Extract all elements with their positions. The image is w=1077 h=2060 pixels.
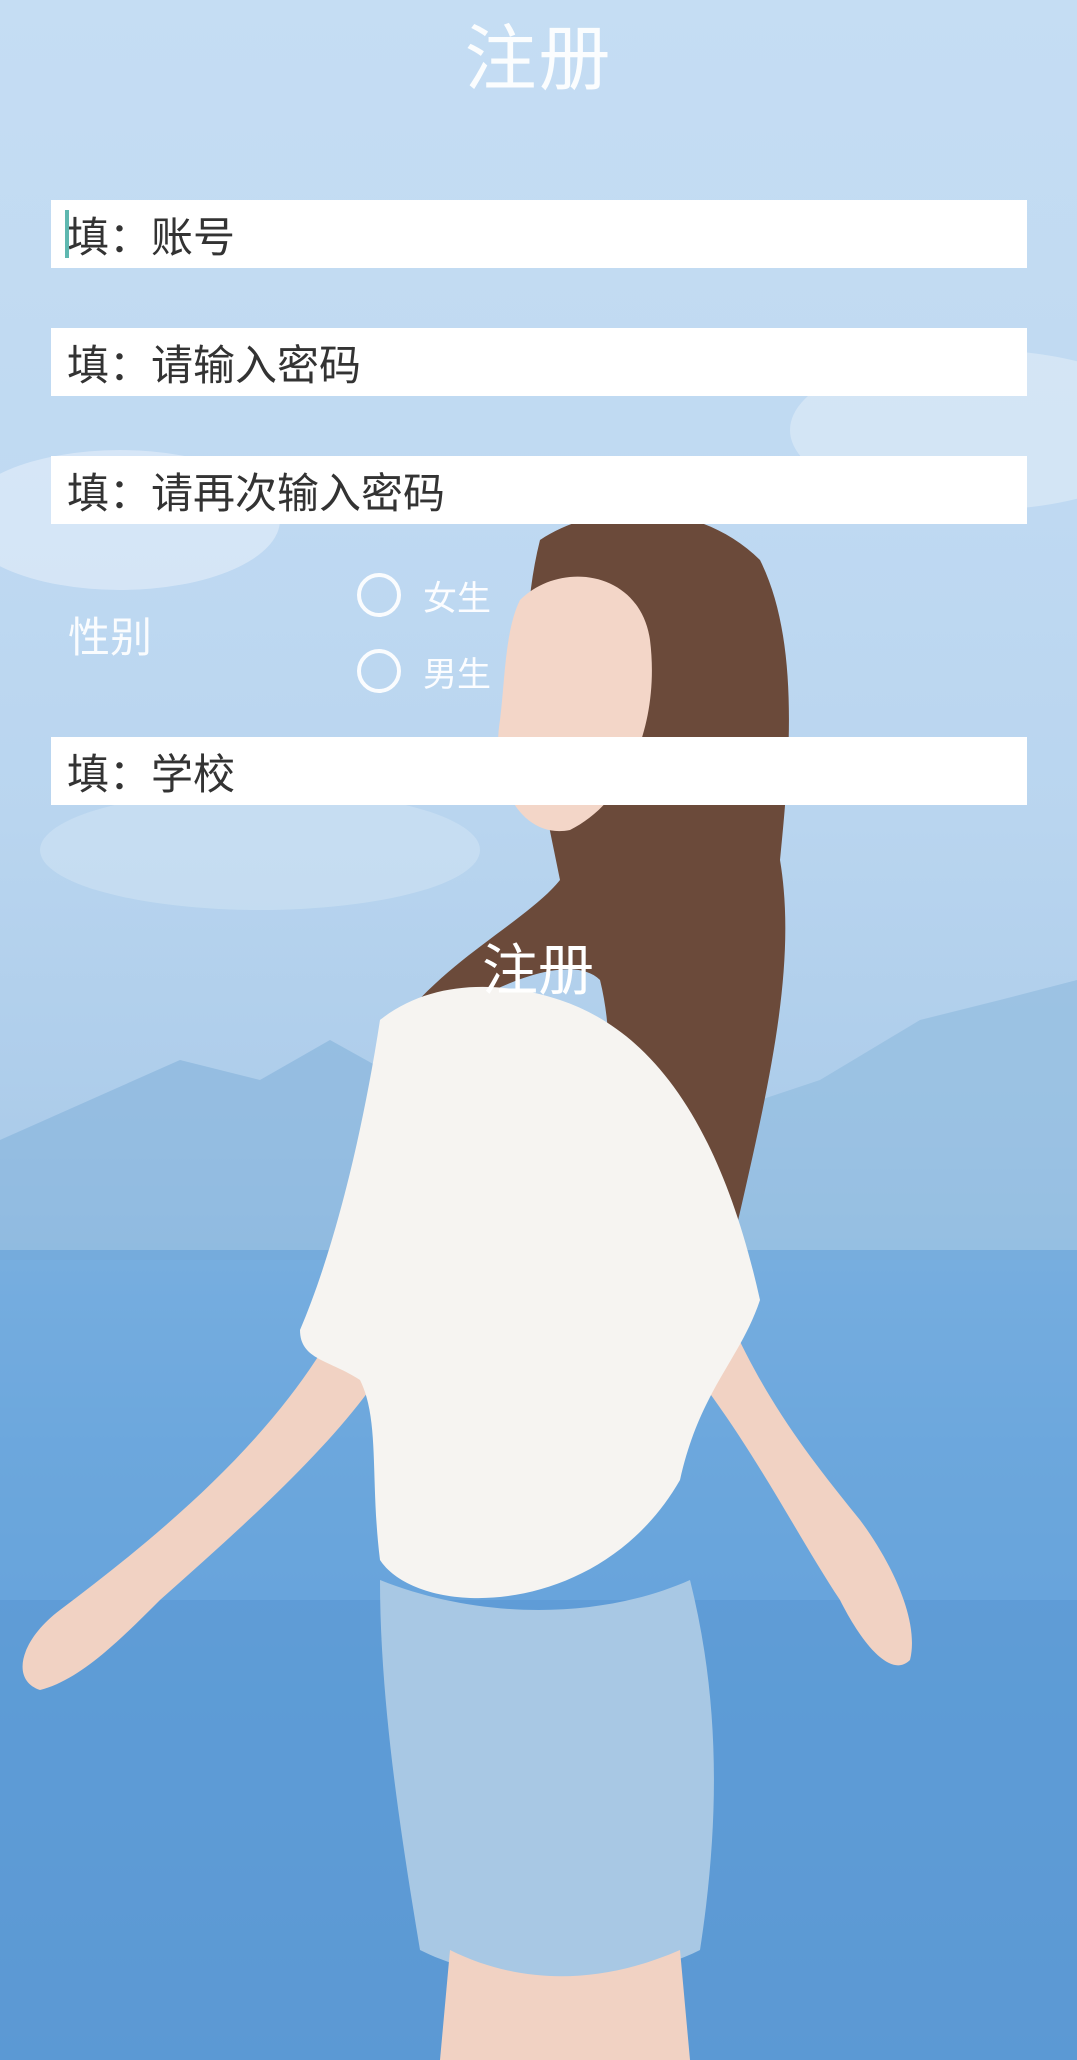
gender-option-male[interactable]: 男生 [357, 644, 491, 698]
radio-circle-icon[interactable] [357, 573, 401, 617]
account-placeholder: 填：账号 [67, 212, 236, 262]
background-photo [0, 0, 1077, 2060]
confirm-password-placeholder: 填：请再次输入密码 [67, 468, 446, 518]
account-field[interactable]: 填：账号 [51, 200, 1027, 268]
confirm-password-field[interactable]: 填：请再次输入密码 [51, 456, 1027, 524]
password-placeholder: 填：请输入密码 [67, 340, 362, 390]
register-button[interactable]: 注册 [438, 932, 638, 1012]
school-placeholder: 填：学校 [67, 749, 236, 799]
text-cursor [65, 210, 69, 258]
gender-option-female[interactable]: 女生 [357, 568, 491, 622]
page-title: 注册 [464, 17, 613, 101]
gender-label: 性别 [68, 613, 153, 662]
gender-option-label: 女生 [423, 578, 491, 619]
radio-circle-icon[interactable] [357, 649, 401, 693]
password-field[interactable]: 填：请输入密码 [51, 328, 1027, 396]
gender-option-label: 男生 [423, 654, 491, 695]
school-field[interactable]: 填：学校 [51, 737, 1027, 805]
